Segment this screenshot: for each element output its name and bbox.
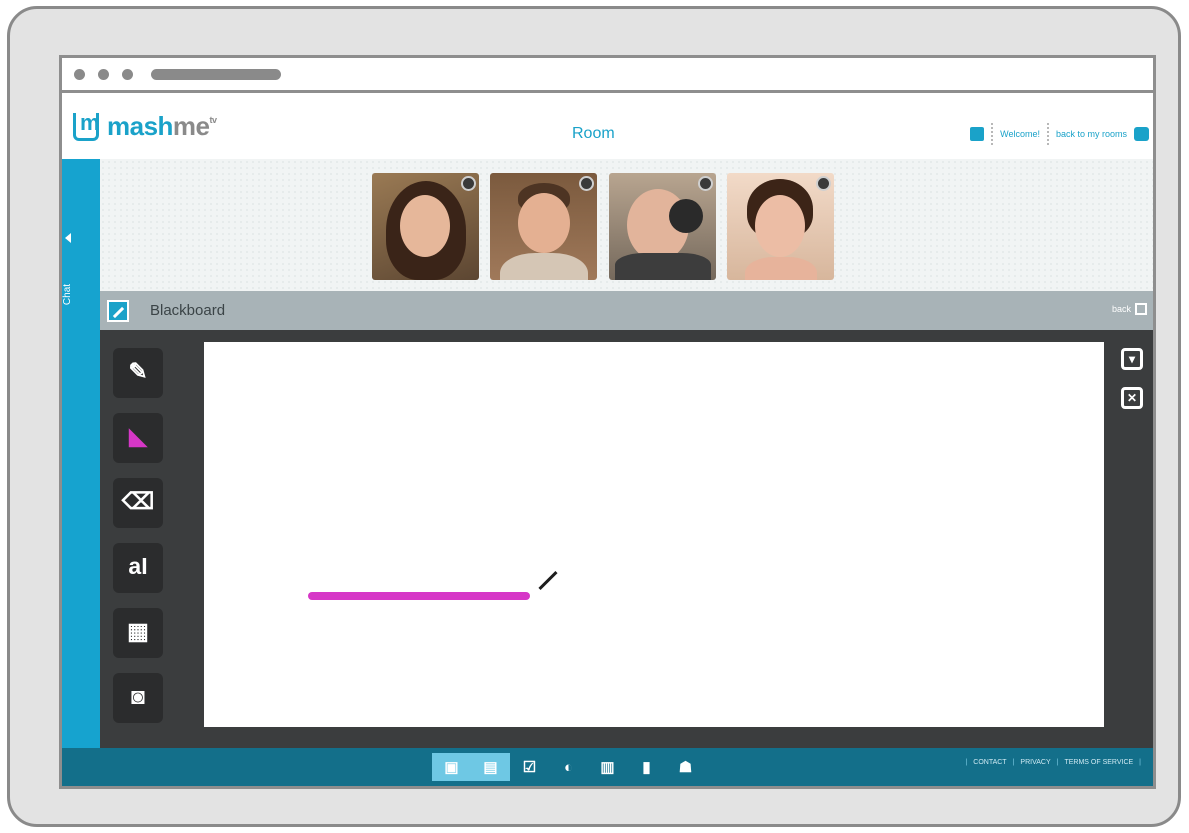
rooms-icon[interactable] xyxy=(1134,127,1149,141)
trash-icon: ✕ xyxy=(1126,391,1138,405)
privacy-link[interactable]: PRIVACY xyxy=(1020,759,1050,766)
eraser-tool[interactable]: ⌫ xyxy=(113,478,163,528)
pink-stroke xyxy=(308,592,530,600)
blackboard-title: Blackboard xyxy=(150,302,226,319)
save-action[interactable]: ▾ xyxy=(1121,348,1143,370)
dock-invite[interactable]: ☗ xyxy=(666,753,705,781)
globe-icon: ◐ xyxy=(563,758,574,776)
dock-lock[interactable]: ▣ xyxy=(432,753,471,781)
color-palette-icon: ◣ xyxy=(129,423,147,449)
divider: | xyxy=(1139,759,1141,766)
camera-badge-icon[interactable] xyxy=(461,176,476,191)
logo-main: mash xyxy=(107,111,173,141)
chat-tab[interactable]: Chat xyxy=(62,229,74,319)
chat-label: Chat xyxy=(62,283,74,306)
film-icon: ▥ xyxy=(600,759,615,776)
divider: | xyxy=(965,759,968,766)
browser-window: m mashmetv Room Welcome! back to my room… xyxy=(59,55,1156,789)
shapes-tool[interactable]: ▦ xyxy=(113,608,163,658)
contact-link[interactable]: CONTACT xyxy=(973,759,1006,766)
shoulders xyxy=(745,257,817,280)
terms-link[interactable]: TERMS OF SERVICE xyxy=(1064,759,1133,766)
camera-lens xyxy=(669,199,703,233)
divider: | xyxy=(1056,759,1059,766)
pen-cursor-icon xyxy=(538,570,558,591)
eraser-icon: ⌫ xyxy=(121,488,155,514)
logo-mark-icon[interactable]: m xyxy=(73,110,100,141)
app-header: m mashmetv Room Welcome! back to my room… xyxy=(62,93,1153,159)
window-dot-icon[interactable] xyxy=(122,69,133,80)
face xyxy=(755,195,805,257)
dock-stats[interactable]: ▮ xyxy=(627,753,666,781)
blackboard-icon xyxy=(107,300,129,322)
drawing-canvas[interactable] xyxy=(204,342,1104,727)
participant-video[interactable] xyxy=(727,173,834,280)
camera-badge-icon[interactable] xyxy=(579,176,594,191)
participant-video[interactable] xyxy=(609,173,716,280)
blackboard-workspace: ✎ ◣ ⌫ aI ▦ ◙ ▾ ✕ xyxy=(100,330,1153,748)
blackboard-icon: ☑ xyxy=(522,759,537,776)
add-user-icon: ☗ xyxy=(678,759,693,776)
profile-icon[interactable] xyxy=(970,127,985,141)
back-icon xyxy=(1135,303,1147,315)
divider xyxy=(1046,123,1049,145)
room-title: Room xyxy=(572,125,615,142)
tool-palette: ✎ ◣ ⌫ aI ▦ ◙ xyxy=(113,348,165,738)
mashme-app: m mashmetv Room Welcome! back to my room… xyxy=(62,93,1153,786)
shapes-icon: ▦ xyxy=(127,618,149,644)
logo[interactable]: mashmetv xyxy=(107,111,217,142)
camera-badge-icon[interactable] xyxy=(698,176,713,191)
header-user-menu: Welcome! back to my rooms xyxy=(970,123,1149,145)
bar-chart-icon: ▮ xyxy=(642,759,651,776)
color-tool[interactable]: ◣ xyxy=(113,413,163,463)
app-footer: ▣ ▤ ☑ ◐ ▥ ▮ ☗ | CONTACT | PRIVACY | TERMS OF S… xyxy=(62,748,1153,786)
text-tool[interactable]: aI xyxy=(113,543,163,593)
blackboard-back-button[interactable]: back xyxy=(1112,303,1147,315)
collapse-arrow-icon[interactable] xyxy=(65,233,71,243)
footer-links: | CONTACT | PRIVACY | TERMS OF SERVICE | xyxy=(959,759,1147,766)
chat-sidebar: Chat xyxy=(62,159,100,748)
participant-video[interactable] xyxy=(372,173,479,280)
face xyxy=(518,193,570,253)
snapshot-tool[interactable]: ◙ xyxy=(113,673,163,723)
clear-action[interactable]: ✕ xyxy=(1121,387,1143,409)
text-icon: aI xyxy=(128,553,148,579)
dock-browser[interactable]: ◐ xyxy=(549,753,588,781)
canvas-actions: ▾ ✕ xyxy=(1117,348,1147,426)
dock-media[interactable]: ▥ xyxy=(588,753,627,781)
logo-mark-letter: m xyxy=(80,110,100,135)
camera-badge-icon[interactable] xyxy=(816,176,831,191)
browser-toolbar xyxy=(62,58,1153,93)
window-dot-icon[interactable] xyxy=(98,69,109,80)
dock-blackboard[interactable]: ☑ xyxy=(510,753,549,781)
camera-icon: ◙ xyxy=(131,683,145,709)
face xyxy=(400,195,450,257)
blackboard-header: Blackboard back xyxy=(100,291,1153,330)
divider: | xyxy=(1012,759,1015,766)
shirt xyxy=(500,253,588,280)
brush-icon: ✎ xyxy=(128,358,148,384)
dock-notes[interactable]: ▤ xyxy=(471,753,510,781)
address-bar[interactable] xyxy=(151,69,281,80)
logo-suffix: tv xyxy=(209,115,218,125)
brush-tool[interactable]: ✎ xyxy=(113,348,163,398)
back-to-rooms-link[interactable]: back to my rooms xyxy=(1056,129,1127,139)
back-label: back xyxy=(1111,304,1131,314)
shirt xyxy=(615,253,711,280)
app-dock: ▣ ▤ ☑ ◐ ▥ ▮ ☗ xyxy=(432,753,705,781)
participants-strip xyxy=(100,159,1153,291)
window-dot-icon[interactable] xyxy=(74,69,85,80)
notes-icon: ▤ xyxy=(483,759,498,776)
download-icon: ▾ xyxy=(1128,352,1136,366)
lock-icon: ▣ xyxy=(444,759,459,776)
welcome-text: Welcome! xyxy=(1000,129,1040,139)
divider xyxy=(991,123,994,145)
logo-accent: me xyxy=(172,111,210,141)
participant-video[interactable] xyxy=(490,173,597,280)
